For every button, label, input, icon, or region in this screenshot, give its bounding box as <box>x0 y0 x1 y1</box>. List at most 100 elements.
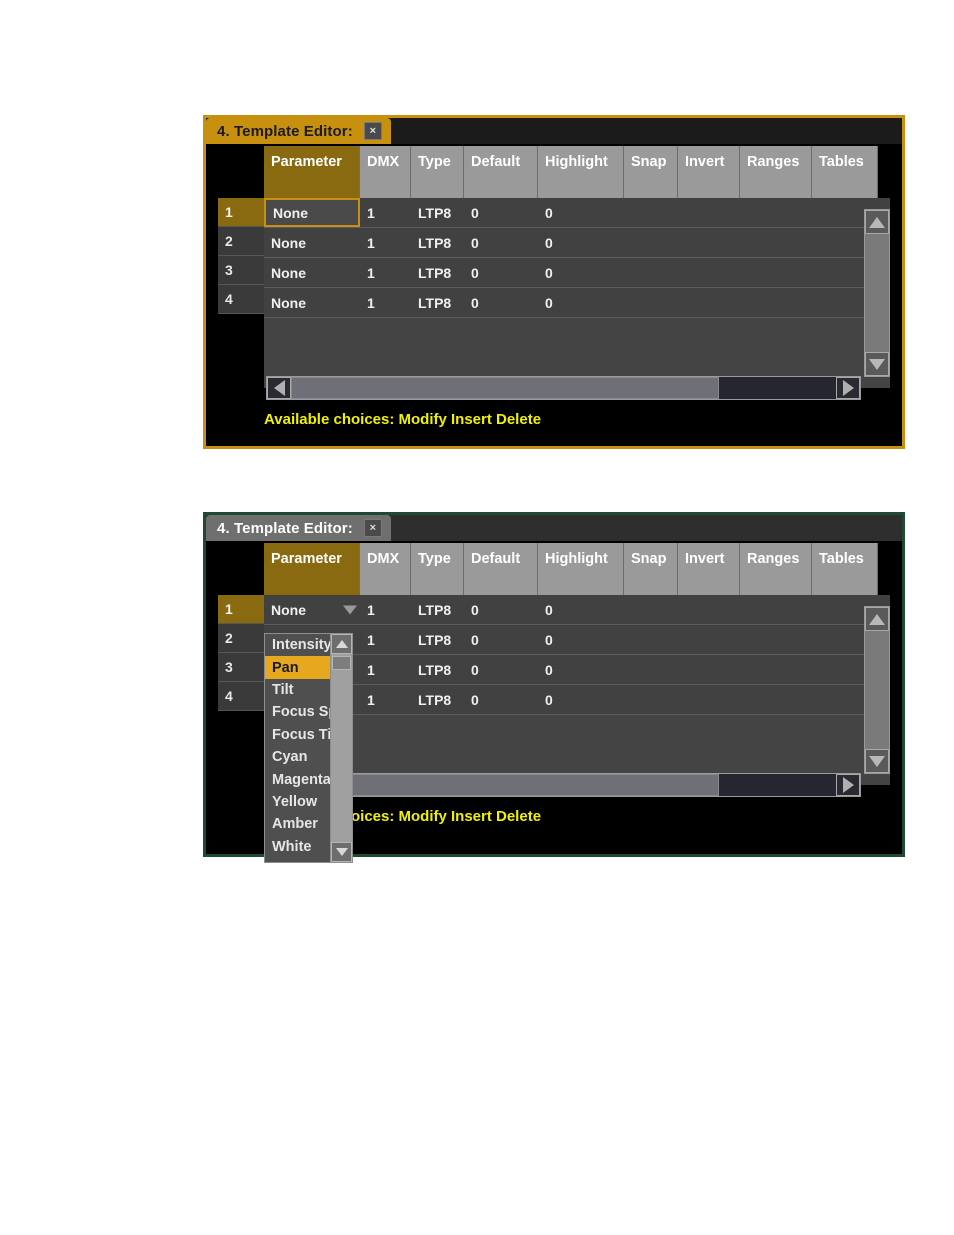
horizontal-scroll-thumb[interactable] <box>291 377 719 399</box>
cell-invert-2[interactable] <box>678 228 740 257</box>
cell-snap-4[interactable] <box>624 685 678 714</box>
column-header-type[interactable]: Type <box>411 543 464 595</box>
cell-ranges-4[interactable] <box>740 685 812 714</box>
dropdown-item-white[interactable]: White <box>265 836 330 858</box>
cell-dmx-3[interactable]: 1 <box>360 655 411 684</box>
table-row[interactable]: None 1 LTP8 0 0 <box>264 685 890 715</box>
cell-invert-1[interactable] <box>678 595 740 624</box>
dropdown-item-magenta[interactable]: Magenta <box>265 768 330 790</box>
dropdown-scrollbar[interactable] <box>330 634 352 862</box>
cell-ranges-1[interactable] <box>740 595 812 624</box>
cell-highlight-4[interactable]: 0 <box>538 288 624 317</box>
cell-default-3[interactable]: 0 <box>464 258 538 287</box>
cell-highlight-2[interactable]: 0 <box>538 625 624 654</box>
dropdown-scroll-thumb[interactable] <box>332 656 351 670</box>
table-row[interactable]: None 1 LTP8 0 0 <box>264 655 890 685</box>
vertical-scrollbar[interactable] <box>864 606 890 774</box>
dropdown-scroll-up-button[interactable] <box>331 634 352 654</box>
column-header-snap[interactable]: Snap <box>624 543 678 595</box>
column-header-highlight[interactable]: Highlight <box>538 146 624 198</box>
column-header-tables[interactable]: Tables <box>812 146 878 198</box>
cell-default-1[interactable]: 0 <box>464 595 538 624</box>
cell-type-1[interactable]: LTP8 <box>411 198 464 227</box>
cell-default-2[interactable]: 0 <box>464 228 538 257</box>
row-number-1[interactable]: 1 <box>218 595 264 624</box>
dropdown-item-tilt[interactable]: Tilt <box>265 679 330 701</box>
cell-snap-1[interactable] <box>624 595 678 624</box>
dropdown-scroll-down-button[interactable] <box>331 842 352 862</box>
column-header-tables[interactable]: Tables <box>812 543 878 595</box>
cell-invert-3[interactable] <box>678 258 740 287</box>
scroll-left-button[interactable] <box>267 377 291 399</box>
dropdown-item-yellow[interactable]: Yellow <box>265 791 330 813</box>
cell-type-3[interactable]: LTP8 <box>411 258 464 287</box>
horizontal-scroll-track[interactable] <box>719 774 836 796</box>
cell-default-3[interactable]: 0 <box>464 655 538 684</box>
cell-default-2[interactable]: 0 <box>464 625 538 654</box>
scroll-down-button[interactable] <box>865 352 889 376</box>
column-header-default[interactable]: Default <box>464 146 538 198</box>
table-row[interactable]: None 1 LTP8 0 0 <box>264 228 890 258</box>
cell-dmx-2[interactable]: 1 <box>360 228 411 257</box>
cell-dmx-4[interactable]: 1 <box>360 685 411 714</box>
cell-ranges-3[interactable] <box>740 258 812 287</box>
table-row[interactable]: None 1 LTP8 0 0 <box>264 258 890 288</box>
cell-parameter-1[interactable]: None <box>264 198 360 227</box>
dropdown-item-amber[interactable]: Amber <box>265 813 330 835</box>
column-header-ranges[interactable]: Ranges <box>740 146 812 198</box>
cell-type-2[interactable]: LTP8 <box>411 625 464 654</box>
row-number-4[interactable]: 4 <box>218 682 264 711</box>
cell-ranges-4[interactable] <box>740 288 812 317</box>
scroll-up-button[interactable] <box>865 210 889 234</box>
cell-snap-4[interactable] <box>624 288 678 317</box>
table-row[interactable]: None 1 LTP8 0 0 <box>264 198 890 228</box>
cell-parameter-1[interactable]: None <box>264 595 360 624</box>
cell-highlight-4[interactable]: 0 <box>538 685 624 714</box>
cell-parameter-3[interactable]: None <box>264 258 360 287</box>
cell-ranges-3[interactable] <box>740 655 812 684</box>
dropdown-item-pan[interactable]: Pan <box>265 656 330 679</box>
column-header-default[interactable]: Default <box>464 543 538 595</box>
cell-invert-2[interactable] <box>678 625 740 654</box>
vertical-scroll-track[interactable] <box>865 631 889 749</box>
dropdown-item-intensity[interactable]: Intensity <box>265 634 330 656</box>
cell-type-1[interactable]: LTP8 <box>411 595 464 624</box>
cell-snap-2[interactable] <box>624 228 678 257</box>
column-header-dmx[interactable]: DMX <box>360 543 411 595</box>
cell-highlight-3[interactable]: 0 <box>538 258 624 287</box>
close-icon[interactable]: × <box>363 519 382 537</box>
cell-dmx-2[interactable]: 1 <box>360 625 411 654</box>
row-number-3[interactable]: 3 <box>218 653 264 682</box>
cell-invert-4[interactable] <box>678 288 740 317</box>
row-number-1[interactable]: 1 <box>218 198 264 227</box>
vertical-scroll-track[interactable] <box>865 234 889 352</box>
cell-snap-3[interactable] <box>624 258 678 287</box>
cell-ranges-2[interactable] <box>740 228 812 257</box>
column-header-dmx[interactable]: DMX <box>360 146 411 198</box>
cell-parameter-4[interactable]: None <box>264 288 360 317</box>
dropdown-item-focus-speed[interactable]: Focus Sp <box>265 701 330 723</box>
column-header-invert[interactable]: Invert <box>678 146 740 198</box>
cell-dmx-4[interactable]: 1 <box>360 288 411 317</box>
cell-invert-3[interactable] <box>678 655 740 684</box>
cell-snap-3[interactable] <box>624 655 678 684</box>
row-number-4[interactable]: 4 <box>218 285 264 314</box>
vertical-scrollbar[interactable] <box>864 209 890 377</box>
cell-type-3[interactable]: LTP8 <box>411 655 464 684</box>
cell-default-4[interactable]: 0 <box>464 685 538 714</box>
cell-ranges-2[interactable] <box>740 625 812 654</box>
horizontal-scroll-thumb[interactable] <box>291 774 719 796</box>
scroll-up-button[interactable] <box>865 607 889 631</box>
horizontal-scrollbar[interactable] <box>266 376 861 400</box>
cell-dmx-1[interactable]: 1 <box>360 595 411 624</box>
cell-type-4[interactable]: LTP8 <box>411 288 464 317</box>
cell-highlight-2[interactable]: 0 <box>538 228 624 257</box>
scroll-down-button[interactable] <box>865 749 889 773</box>
dropdown-item-cyan[interactable]: Cyan <box>265 746 330 768</box>
table-row[interactable]: None 1 LTP8 0 0 <box>264 288 890 318</box>
cell-highlight-3[interactable]: 0 <box>538 655 624 684</box>
close-icon[interactable]: × <box>363 122 382 140</box>
row-number-2[interactable]: 2 <box>218 227 264 256</box>
window-title-tab[interactable]: 4. Template Editor: × <box>206 515 391 541</box>
chevron-down-icon[interactable] <box>343 605 357 614</box>
